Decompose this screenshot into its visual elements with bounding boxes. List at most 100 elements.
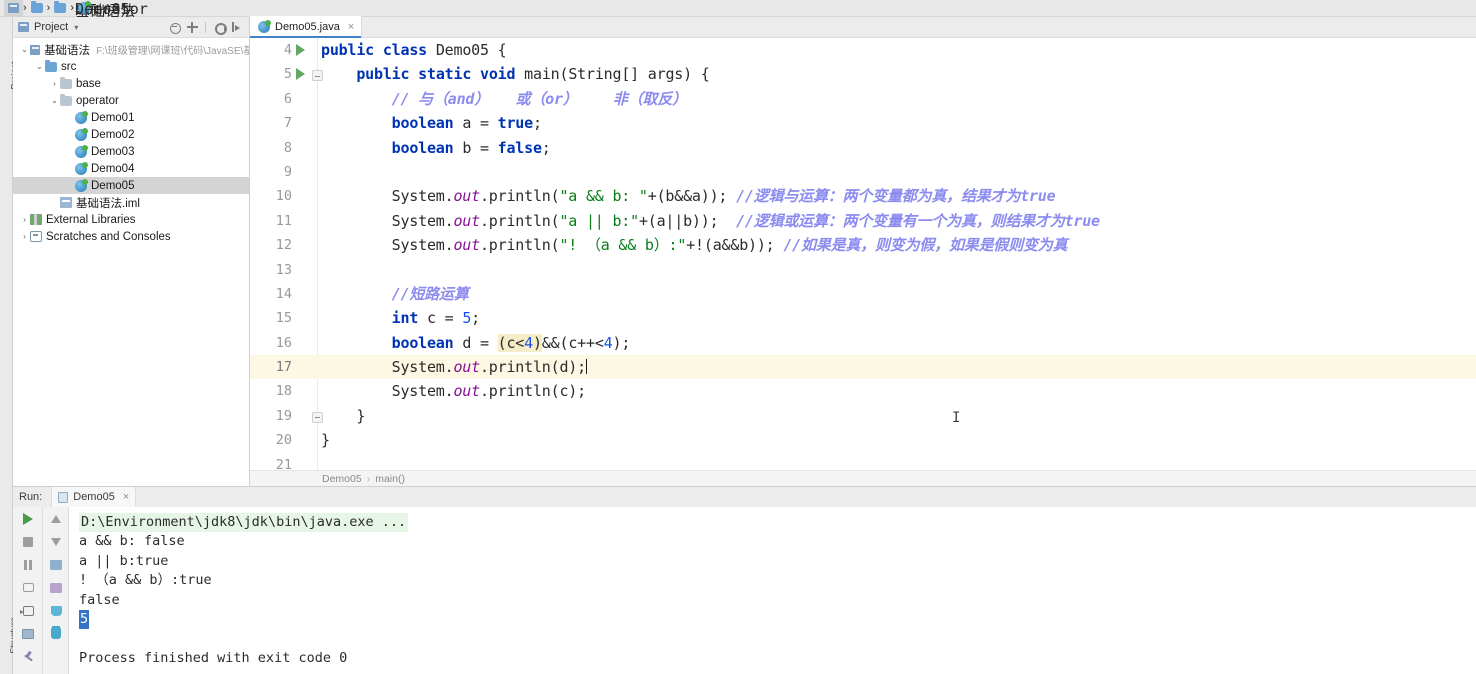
code-text[interactable]: //短路运算 <box>318 282 1476 306</box>
tree-item-Demo01[interactable]: › Demo01 <box>13 109 249 126</box>
print-button[interactable] <box>43 576 69 599</box>
disclosure-triangle-icon[interactable]: › <box>49 79 60 88</box>
code-line-19[interactable]: 19 } <box>250 404 1476 428</box>
code-text[interactable]: boolean a = true; <box>318 111 1476 135</box>
line-number[interactable]: 18 <box>250 379 292 403</box>
code-line-5[interactable]: 5 public static void main(String[] args)… <box>250 62 1476 86</box>
breadcrumb-item-基础语法[interactable]: 基础语法 <box>4 0 135 20</box>
tree-item-基础语法.iml[interactable]: › 基础语法.iml <box>13 194 249 211</box>
line-number[interactable]: 16 <box>250 331 292 355</box>
code-text[interactable]: } <box>318 404 1476 428</box>
code-line-6[interactable]: 6 // 与（and） 或（or） 非（取反） <box>250 87 1476 111</box>
line-number[interactable]: 6 <box>250 87 292 111</box>
code-text[interactable]: // 与（and） 或（or） 非（取反） <box>318 87 1476 111</box>
line-number[interactable]: 7 <box>250 111 292 135</box>
tree-item-operator[interactable]: ⌄ operator <box>13 92 249 109</box>
code-text[interactable]: public class Demo05 { <box>318 38 1476 62</box>
code-line-7[interactable]: 7 boolean a = true; <box>250 111 1476 135</box>
run-gutter-icon[interactable] <box>296 68 305 81</box>
disclosure-triangle-icon[interactable]: › <box>49 198 60 207</box>
tree-item-Scratches and Consoles[interactable]: › Scratches and Consoles <box>13 228 249 245</box>
breadcrumb-item-Demo05[interactable]: Demo05 <box>74 0 130 18</box>
code-line-8[interactable]: 8 boolean b = false; <box>250 136 1476 160</box>
code-line-15[interactable]: 15 int c = 5; <box>250 306 1476 330</box>
line-number[interactable]: 17 <box>250 355 292 379</box>
disclosure-triangle-icon[interactable]: › <box>64 164 75 173</box>
tree-item-Demo05[interactable]: › Demo05 <box>13 177 249 194</box>
camera-button[interactable] <box>13 576 43 599</box>
line-number[interactable]: 11 <box>250 209 292 233</box>
close-icon[interactable]: × <box>348 21 354 33</box>
code-line-14[interactable]: 14 //短路运算 <box>250 282 1476 306</box>
step-in-button[interactable] <box>13 599 43 622</box>
line-number[interactable]: 14 <box>250 282 292 306</box>
code-line-13[interactable]: 13 <box>250 258 1476 282</box>
line-number[interactable]: 4 <box>250 38 292 62</box>
line-number[interactable]: 12 <box>250 233 292 257</box>
code-text[interactable]: System.out.println("a || b:"+(a||b)); //… <box>318 209 1476 233</box>
disclosure-triangle-icon[interactable]: › <box>19 215 30 224</box>
code-text[interactable]: System.out.println(c); <box>318 379 1476 403</box>
code-line-10[interactable]: 10 System.out.println("a && b: "+(b&&a))… <box>250 184 1476 208</box>
layout-button[interactable] <box>13 622 43 645</box>
disclosure-triangle-icon[interactable]: ⌄ <box>34 62 45 71</box>
line-number[interactable]: 19 <box>250 404 292 428</box>
run-tab-demo05[interactable]: Demo05 × <box>51 487 137 507</box>
breadcrumb-item-src[interactable]: src <box>27 0 102 18</box>
code-text[interactable]: public static void main(String[] args) { <box>318 62 1476 86</box>
editor-tab-demo05[interactable]: Demo05.java × <box>250 16 363 38</box>
disclosure-triangle-icon[interactable]: › <box>64 147 75 156</box>
code-text[interactable] <box>318 258 1476 282</box>
tree-item-External Libraries[interactable]: › External Libraries <box>13 211 249 228</box>
pause-button[interactable] <box>13 553 43 576</box>
disclosure-triangle-icon[interactable]: › <box>19 232 30 241</box>
scroll-down-button[interactable] <box>43 530 69 553</box>
line-number[interactable]: 5 <box>250 62 292 86</box>
hide-icon[interactable] <box>231 22 242 33</box>
stop-button[interactable] <box>13 530 43 553</box>
pin-button[interactable] <box>13 645 43 668</box>
code-line-4[interactable]: 4 public class Demo05 { <box>250 38 1476 62</box>
code-line-12[interactable]: 12 System.out.println("! （a && b）:"+!(a&… <box>250 233 1476 257</box>
code-line-9[interactable]: 9 <box>250 160 1476 184</box>
code-text[interactable]: System.out.println(d); <box>318 355 1476 379</box>
line-number[interactable]: 20 <box>250 428 292 452</box>
console-output[interactable]: D:\Environment\jdk8\jdk\bin\java.exe ...… <box>69 507 1476 674</box>
breadcrumb-item-operator[interactable]: operator <box>50 0 148 18</box>
code-text[interactable]: int c = 5; <box>318 306 1476 330</box>
code-editor[interactable]: 4 public class Demo05 {5 public static vo… <box>250 38 1476 474</box>
code-line-18[interactable]: 18 System.out.println(c); <box>250 379 1476 403</box>
code-text[interactable]: boolean b = false; <box>318 136 1476 160</box>
code-text[interactable]: boolean d = (c<4)&&(c++<4); <box>318 331 1476 355</box>
code-line-16[interactable]: 16 boolean d = (c<4)&&(c++<4); <box>250 331 1476 355</box>
tree-item-base[interactable]: › base <box>13 75 249 92</box>
line-number[interactable]: 8 <box>250 136 292 160</box>
soft-wrap-button[interactable] <box>43 553 69 576</box>
code-line-20[interactable]: 20} <box>250 428 1476 452</box>
clear-filter-button[interactable] <box>43 599 69 622</box>
disclosure-triangle-icon[interactable]: › <box>64 130 75 139</box>
expand-all-icon[interactable] <box>187 21 198 33</box>
chevron-down-icon[interactable]: ▾ <box>74 23 78 32</box>
code-line-17[interactable]: 17 System.out.println(d); <box>250 355 1476 380</box>
disclosure-triangle-icon[interactable]: › <box>64 181 75 190</box>
close-icon[interactable]: × <box>123 491 129 503</box>
settings-icon[interactable] <box>213 22 227 35</box>
scroll-up-button[interactable] <box>43 507 69 530</box>
line-number[interactable]: 10 <box>250 184 292 208</box>
code-text[interactable]: System.out.println("! （a && b）:"+!(a&&b)… <box>318 233 1476 257</box>
tree-item-src[interactable]: ⌄ src <box>13 58 249 75</box>
code-line-11[interactable]: 11 System.out.println("a || b:"+(a||b));… <box>250 209 1476 233</box>
code-lines[interactable]: 4 public class Demo05 {5 public static vo… <box>250 38 1476 474</box>
run-gutter-icon[interactable] <box>296 44 305 56</box>
disclosure-triangle-icon[interactable]: › <box>64 113 75 122</box>
tree-item-Demo03[interactable]: › Demo03 <box>13 143 249 160</box>
breadcrumb-class[interactable]: Demo05 <box>322 473 362 485</box>
line-number[interactable]: 15 <box>250 306 292 330</box>
breadcrumb-method[interactable]: main() <box>375 473 405 485</box>
line-number[interactable]: 13 <box>250 258 292 282</box>
line-number[interactable]: 9 <box>250 160 292 184</box>
code-text[interactable] <box>318 160 1476 184</box>
code-text[interactable]: System.out.println("a && b: "+(b&&a)); /… <box>318 184 1476 208</box>
tree-item-Demo02[interactable]: › Demo02 <box>13 126 249 143</box>
